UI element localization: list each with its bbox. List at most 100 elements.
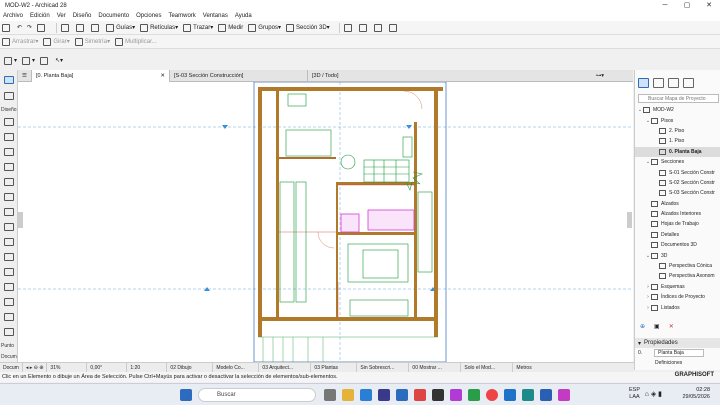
navigator-item[interactable]: S-02 Sección Constr (635, 178, 720, 188)
navigator-item[interactable]: ⌄ 3D (635, 250, 720, 260)
reticulas-button[interactable]: Retículas ▾ (140, 23, 178, 32)
fav-button[interactable] (40, 56, 50, 65)
shell-tool-icon[interactable] (4, 253, 14, 261)
tool-c[interactable] (91, 23, 101, 32)
tab-3d-todo[interactable]: [3D / Todo] ⊶▾ (308, 70, 608, 82)
menu-opciones[interactable]: Opciones (136, 13, 161, 19)
tab-planta-baja[interactable]: [0. Planta Baja] ✕ (32, 69, 170, 82)
window-tool-icon[interactable] (4, 163, 14, 171)
tool-b[interactable] (76, 23, 86, 32)
tool-d[interactable] (343, 23, 354, 32)
menu-documento[interactable]: Documento (98, 13, 129, 19)
zone-tool-icon[interactable] (4, 313, 14, 321)
undo-button[interactable]: ↶ (17, 24, 22, 31)
simetria-button[interactable]: Simetría ▾ (74, 37, 110, 46)
navigator-item[interactable]: Documentos 3D (635, 240, 720, 250)
task-view-icon[interactable] (324, 389, 336, 401)
navigator-item[interactable]: S-03 Sección Constr (635, 188, 720, 198)
medir-button[interactable]: Medir (218, 23, 243, 32)
slab-tool-icon[interactable] (4, 223, 14, 231)
app-icon-e[interactable] (468, 389, 480, 401)
beam-tool-icon[interactable] (4, 148, 14, 156)
language-indicator[interactable]: ESP LAA (629, 387, 640, 401)
navigator-search-input[interactable]: Buscar Mapa de Proyecto (638, 94, 719, 103)
door-tool-icon[interactable] (4, 178, 14, 186)
menu-diseno[interactable]: Diseño (73, 13, 92, 19)
find-button[interactable] (37, 23, 47, 32)
archicad-icon[interactable] (540, 389, 552, 401)
layout-book-icon[interactable] (668, 78, 679, 88)
navigator-item[interactable]: Perspectiva Axonom (635, 271, 720, 281)
menu-edicion[interactable]: Edición (30, 13, 50, 19)
minimize-icon[interactable]: ─ (654, 0, 676, 11)
menu-ventanas[interactable]: Ventanas (203, 13, 228, 19)
multiplicar-button[interactable]: Multiplicar... (115, 37, 157, 46)
element-dropdown[interactable]: ▾ (22, 56, 35, 65)
navigator-item[interactable]: Hojas de Trabajo (635, 219, 720, 229)
layer-modelo[interactable]: Modelo Co... (213, 362, 260, 373)
tab-menu-icon[interactable]: ☰ (18, 69, 32, 82)
navigator-item[interactable]: Alzados Interiores (635, 209, 720, 219)
view-map-icon[interactable] (653, 78, 664, 88)
tool-a[interactable] (61, 23, 71, 32)
navigator-item[interactable]: › Índices de Proyecto (635, 292, 720, 302)
app-icon-h[interactable] (558, 389, 570, 401)
arrow-tool[interactable]: ↖▾ (55, 57, 63, 64)
project-map-icon[interactable] (638, 78, 649, 88)
navigator-item[interactable]: S-01 Sección Constr (635, 167, 720, 177)
taskbar-search-input[interactable]: Buscar (198, 388, 316, 402)
wall-tool-icon[interactable] (4, 118, 14, 126)
navigator-item[interactable]: 0. Planta Baja (635, 146, 720, 157)
navigator-item[interactable]: Perspectiva Cónica (635, 261, 720, 271)
right-scroll-handle[interactable] (627, 212, 632, 228)
trazar-button[interactable]: Trazar ▾ (183, 23, 213, 32)
navigator-item[interactable]: Detalles (635, 230, 720, 240)
curtain-wall-tool-icon[interactable] (4, 268, 14, 276)
app-icon-b[interactable] (414, 389, 426, 401)
outlook-icon[interactable] (396, 389, 408, 401)
navigator-item[interactable]: 1. Piso (635, 136, 720, 146)
publisher-icon[interactable] (683, 78, 694, 88)
settings-icon[interactable]: ▣ (654, 323, 660, 330)
override-dropdown[interactable]: Sin Sobrescri... (357, 362, 410, 373)
app-icon-a[interactable] (378, 389, 390, 401)
tool-g[interactable] (388, 23, 399, 32)
object-tool-icon[interactable] (4, 298, 14, 306)
railing-tool-icon[interactable] (4, 208, 14, 216)
navigator-item[interactable]: ⌄ Secciones (635, 157, 720, 167)
navigator-item[interactable]: ⌄ MOD-W2 (635, 105, 720, 115)
model-only-dropdown[interactable]: Solo el Mod... (461, 362, 514, 373)
menu-ver[interactable]: Ver (57, 13, 66, 19)
grupos-button[interactable]: Grupos ▾ (248, 23, 281, 32)
navigator-item[interactable]: › Esquemas (635, 282, 720, 292)
layer-dibujo[interactable]: 02 Dibujo (167, 362, 214, 373)
menu-ayuda[interactable]: Ayuda (235, 13, 252, 19)
view-options-icon[interactable]: ⊶▾ (596, 73, 604, 79)
left-scroll-handle[interactable] (18, 212, 23, 228)
tool-f[interactable] (373, 23, 384, 32)
app-icon-f[interactable] (504, 389, 516, 401)
show-dropdown[interactable]: 00 Mostrar ... (409, 362, 462, 373)
plan-dropdown[interactable]: ▾ (4, 56, 17, 65)
delete-icon[interactable]: ✕ (669, 323, 674, 330)
nav-arrows[interactable]: ◂ ▸ ⊖ ⊕ (23, 362, 48, 373)
roof-tool-icon[interactable] (4, 238, 14, 246)
app-icon-d[interactable] (450, 389, 462, 401)
arrow-tool-icon[interactable] (4, 76, 14, 84)
file-explorer-icon[interactable] (342, 389, 354, 401)
units-value[interactable]: Metros (513, 363, 543, 373)
store-icon[interactable] (360, 389, 372, 401)
navigator-item[interactable]: ⌄ Pisos (635, 115, 720, 125)
app-icon-g[interactable] (522, 389, 534, 401)
new-view-icon[interactable]: ⊕ (640, 323, 645, 330)
tool-e[interactable] (358, 23, 369, 32)
save-button[interactable] (2, 23, 12, 32)
floor-plan-canvas[interactable] (18, 81, 633, 363)
column-tool-icon[interactable] (4, 133, 14, 141)
navigator-item[interactable]: › Listados (635, 302, 720, 312)
girar-button[interactable]: Girar ▾ (43, 37, 70, 46)
close-icon[interactable]: ✕ (698, 0, 720, 11)
system-tray-icons[interactable]: ⌂ ◈ ▮ (645, 390, 662, 398)
guias-button[interactable]: Guías ▾ (106, 23, 135, 32)
navigator-item[interactable]: Alzados (635, 199, 720, 209)
